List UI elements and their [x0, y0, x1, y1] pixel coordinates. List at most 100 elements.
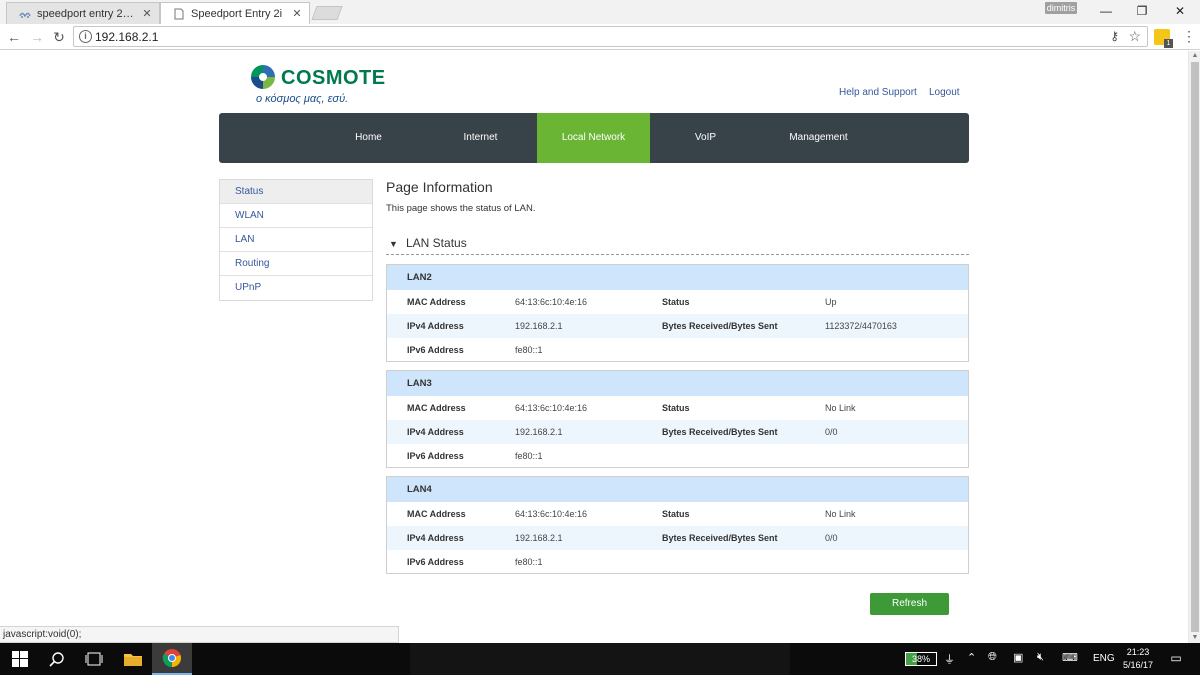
notifications-icon[interactable]: ▭ — [1166, 651, 1186, 665]
new-tab-button[interactable] — [311, 6, 343, 20]
chevron-up-icon[interactable]: ⌃ — [967, 651, 976, 664]
table-row: IPv4 Address 192.168.2.1 Bytes Received/… — [387, 314, 968, 338]
page-description: This page shows the status of LAN. — [386, 203, 536, 214]
cosmote-logo-icon — [251, 65, 275, 89]
mac-value: 64:13:6c:10:4e:16 — [515, 509, 588, 519]
url-text[interactable]: 192.168.2.1 — [95, 30, 158, 44]
help-and-support-link[interactable]: Help and Support — [839, 87, 917, 98]
ipv4-label: IPv4 Address — [407, 427, 464, 437]
back-arrow-icon[interactable]: ← — [5, 28, 23, 46]
extension-icon[interactable]: 1 — [1154, 29, 1173, 48]
table-row: MAC Address 64:13:6c:10:4e:16 Status No … — [387, 502, 968, 526]
mac-label: MAC Address — [407, 509, 466, 519]
sidebar-item-lan[interactable]: LAN — [220, 228, 372, 252]
nav-management[interactable]: Management — [762, 113, 875, 163]
star-icon[interactable]: ☆ — [1128, 28, 1141, 45]
sidebar-item-wlan[interactable]: WLAN — [220, 204, 372, 228]
windows-start-icon[interactable] — [0, 643, 40, 675]
status-label: Status — [662, 509, 690, 519]
bytes-value: 0/0 — [825, 427, 838, 437]
chrome-icon[interactable] — [152, 643, 192, 675]
bytes-value: 0/0 — [825, 533, 838, 543]
table-row: MAC Address 64:13:6c:10:4e:16 Status No … — [387, 396, 968, 420]
status-value: No Link — [825, 509, 856, 519]
taskbar-background-texture — [410, 643, 790, 675]
minimize-icon[interactable]: — — [1088, 0, 1124, 22]
status-label: Status — [662, 403, 690, 413]
browser-tab-active[interactable]: Speedport Entry 2i ✕ — [160, 2, 310, 24]
scroll-up-icon[interactable]: ▲ — [1189, 51, 1200, 61]
close-icon[interactable]: ✕ — [141, 7, 153, 20]
table-row: IPv4 Address 192.168.2.1 Bytes Received/… — [387, 526, 968, 550]
lan-port-name: LAN2 — [387, 265, 968, 290]
key-icon[interactable]: ⚷ — [1110, 29, 1119, 43]
sidebar-item-upnp[interactable]: UPnP — [220, 276, 372, 300]
lan-port-panel: LAN4 MAC Address 64:13:6c:10:4e:16 Statu… — [386, 476, 969, 574]
ipv6-value: fe80::1 — [515, 451, 543, 461]
sidebar-item-status[interactable]: Status — [220, 180, 372, 204]
battery-percent: 38% — [911, 654, 930, 664]
nav-voip[interactable]: VoIP — [649, 113, 762, 163]
bytes-label: Bytes Received/Bytes Sent — [662, 427, 778, 437]
keyboard-icon[interactable]: ⌨ — [1062, 651, 1078, 664]
reload-icon[interactable]: ↻ — [50, 28, 68, 46]
sidebar-menu: Status WLAN LAN Routing UPnP — [219, 179, 373, 301]
close-window-icon[interactable]: ✕ — [1162, 0, 1198, 22]
browser-toolbar: ← → ↻ i 192.168.2.1 ⚷ ☆ 1 ⋮ — [0, 24, 1200, 50]
ipv6-label: IPv6 Address — [407, 451, 464, 461]
browser-tab[interactable]: speedport entry 2i σε bri ✕ — [6, 2, 160, 24]
windows-taskbar: 38% ⏚ ⌃ 🌐︎ ▣ 🔇︎ ⌨ ENG 21:23 5/16/17 ▭ — [0, 643, 1200, 675]
info-icon[interactable]: i — [79, 30, 92, 43]
scroll-down-icon[interactable]: ▼ — [1189, 633, 1200, 643]
task-view-icon[interactable] — [74, 643, 114, 675]
nav-home[interactable]: Home — [312, 113, 425, 163]
mac-label: MAC Address — [407, 403, 466, 413]
search-icon[interactable] — [37, 643, 77, 675]
extension-badge: 1 — [1164, 39, 1173, 48]
taskbar-clock[interactable]: 21:23 5/16/17 — [1118, 646, 1158, 672]
volume-muted-icon[interactable]: 🔇︎ — [1037, 651, 1044, 664]
mac-value: 64:13:6c:10:4e:16 — [515, 403, 588, 413]
clock-date: 5/16/17 — [1122, 660, 1154, 670]
nav-local-network[interactable]: Local Network — [537, 113, 650, 163]
ipv4-value: 192.168.2.1 — [515, 533, 563, 543]
power-plug-icon[interactable]: ⏚ — [944, 651, 955, 667]
action-center-icon[interactable]: ▣ — [1013, 651, 1023, 664]
logout-link[interactable]: Logout — [929, 87, 960, 98]
profile-button[interactable]: dimitris — [1045, 2, 1077, 14]
page-scrollbar[interactable]: ▲ ▼ — [1188, 51, 1200, 643]
table-row: IPv6 Address fe80::1 — [387, 444, 968, 468]
ipv4-value: 192.168.2.1 — [515, 321, 563, 331]
bytes-label: Bytes Received/Bytes Sent — [662, 321, 778, 331]
ipv6-label: IPv6 Address — [407, 345, 464, 355]
ipv6-value: fe80::1 — [515, 345, 543, 355]
input-language[interactable]: ENG — [1093, 653, 1115, 664]
lan-status-section-header[interactable]: ▼ LAN Status — [386, 233, 969, 255]
section-title: LAN Status — [406, 236, 467, 250]
tab-title: Speedport Entry 2i — [191, 7, 283, 20]
table-row: IPv4 Address 192.168.2.1 Bytes Received/… — [387, 420, 968, 444]
lan-port-name: LAN4 — [387, 477, 968, 502]
scrollbar-thumb[interactable] — [1191, 62, 1199, 632]
address-bar[interactable]: i 192.168.2.1 ⚷ ☆ — [73, 26, 1148, 47]
close-icon[interactable]: ✕ — [291, 7, 303, 20]
lan-port-panel: LAN3 MAC Address 64:13:6c:10:4e:16 Statu… — [386, 370, 969, 468]
collapse-triangle-icon[interactable]: ▼ — [389, 239, 398, 249]
network-globe-icon[interactable]: 🌐︎ — [988, 651, 997, 664]
status-value: Up — [825, 297, 837, 307]
main-navigation: Home Internet Local Network VoIP Managem… — [219, 113, 969, 163]
lan-port-panel: LAN2 MAC Address 64:13:6c:10:4e:16 Statu… — [386, 264, 969, 362]
menu-dots-icon[interactable]: ⋮ — [1182, 28, 1196, 45]
file-explorer-icon[interactable] — [113, 643, 153, 675]
clock-time: 21:23 — [1126, 647, 1150, 657]
ipv4-value: 192.168.2.1 — [515, 427, 563, 437]
battery-indicator[interactable]: 38% — [905, 652, 937, 666]
page-viewport: COSMOTE ο κόσμος μας, εσύ. Help and Supp… — [0, 51, 1188, 643]
page-title: Page Information — [386, 179, 493, 195]
forward-arrow-icon[interactable]: → — [28, 28, 46, 46]
sidebar-item-routing[interactable]: Routing — [220, 252, 372, 276]
refresh-button[interactable]: Refresh — [870, 593, 949, 615]
nav-internet[interactable]: Internet — [424, 113, 537, 163]
table-row: IPv6 Address fe80::1 — [387, 338, 968, 362]
restore-icon[interactable]: ❐ — [1124, 0, 1160, 22]
